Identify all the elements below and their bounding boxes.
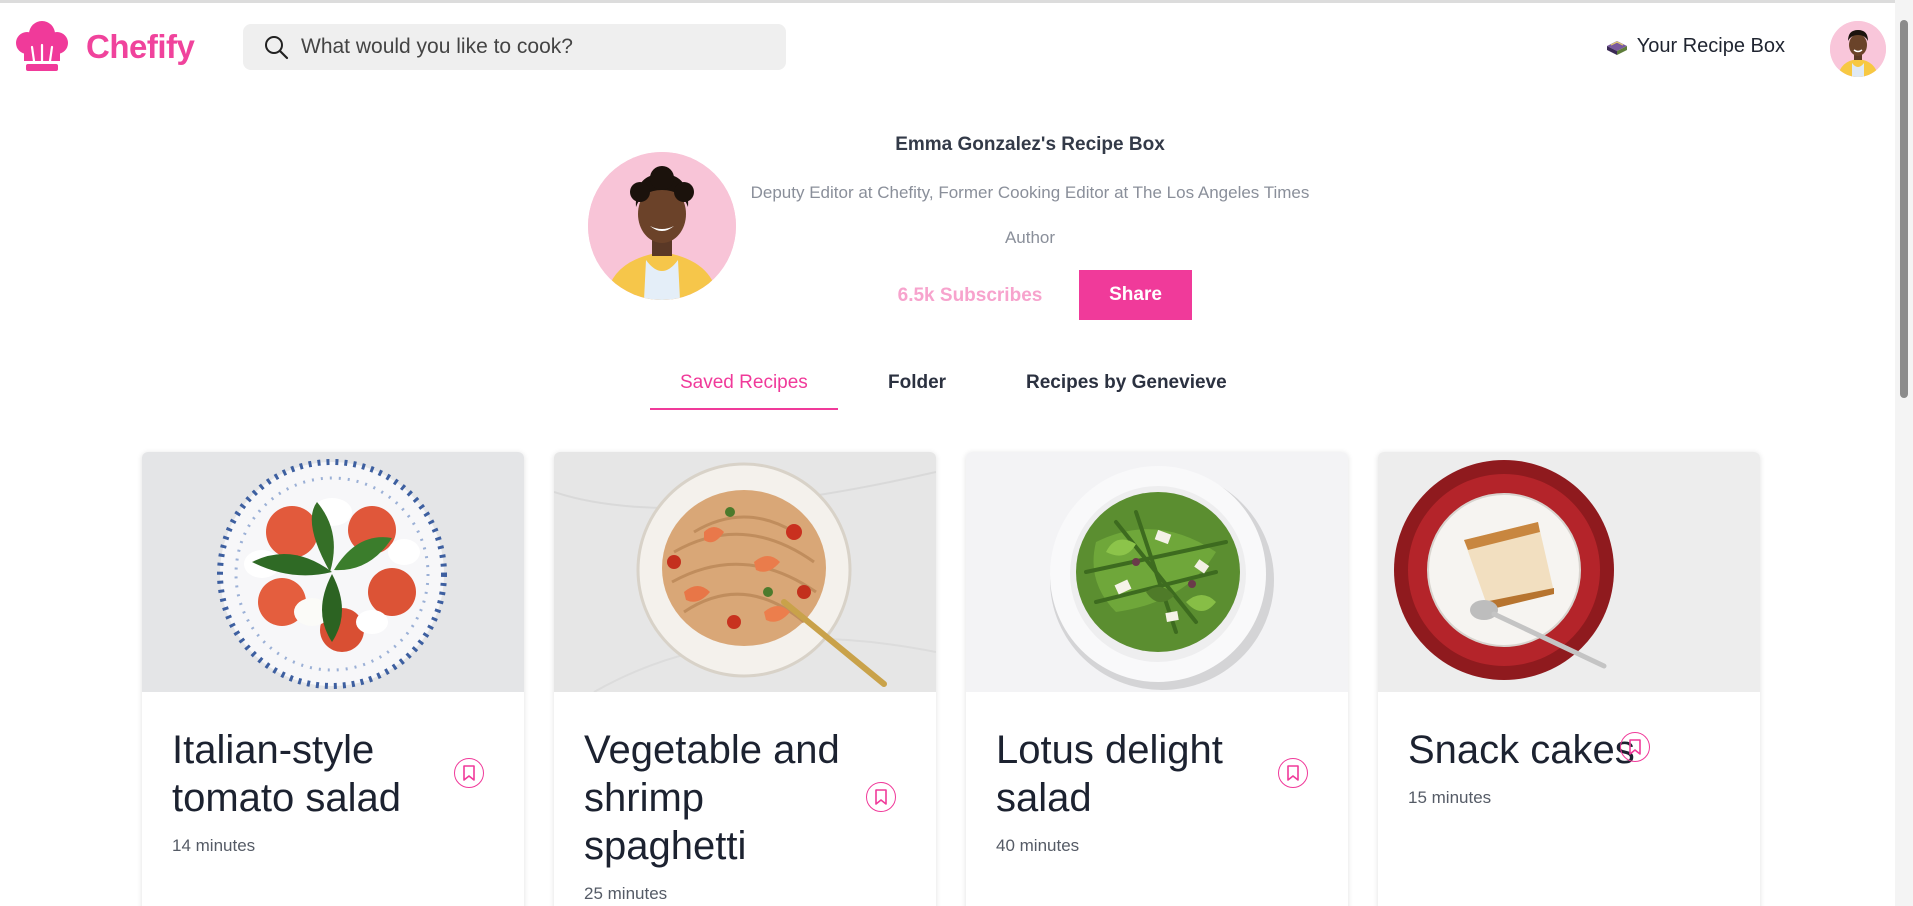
profile-title: Emma Gonzalez's Recipe Box: [895, 134, 1165, 155]
chef-hat-icon: [16, 21, 68, 71]
tab-saved-recipes[interactable]: Saved Recipes: [680, 372, 808, 412]
bookmark-icon: [1287, 765, 1299, 781]
tab-recipes-by-genevieve[interactable]: Recipes by Genevieve: [1026, 372, 1227, 412]
recipe-card[interactable]: Italian-style tomato salad 14 minutes: [142, 452, 524, 906]
scrollbar-thumb[interactable]: [1900, 20, 1908, 398]
recipe-image-green-salad: [966, 452, 1348, 692]
recipe-image-tomato-salad: [142, 452, 524, 692]
recipe-time: 15 minutes: [1408, 788, 1492, 807]
search-input[interactable]: [301, 35, 741, 59]
top-nav: Chefify Your Recipe Box: [0, 3, 1895, 91]
bookmark-icon: [1629, 739, 1641, 755]
recipe-card[interactable]: Lotus delight salad 40 minutes: [966, 452, 1348, 906]
profile-role: Author: [1004, 228, 1056, 247]
search-icon: [265, 36, 289, 60]
bookmark-icon: [463, 765, 475, 781]
share-button[interactable]: Share: [1079, 270, 1192, 320]
user-avatar-image: [1830, 21, 1886, 77]
your-recipe-box-link[interactable]: Your Recipe Box: [1605, 35, 1785, 58]
recipe-time: 14 minutes: [172, 836, 256, 855]
recipe-time: 25 minutes: [584, 884, 668, 903]
bookmark-button[interactable]: [866, 782, 896, 812]
user-avatar[interactable]: [1830, 21, 1886, 77]
bookmark-icon: [875, 789, 887, 805]
logo[interactable]: Chefify: [14, 19, 195, 75]
search-bar[interactable]: [243, 24, 786, 70]
bookmark-button[interactable]: [454, 758, 484, 788]
bookmark-button[interactable]: [1278, 758, 1308, 788]
profile-photo: [588, 152, 736, 300]
page-scrollbar[interactable]: [1895, 0, 1913, 906]
recipe-box-label: Your Recipe Box: [1636, 35, 1785, 57]
recipe-image-shrimp-spaghetti: [554, 452, 936, 692]
recipe-grid: Italian-style tomato salad 14 minutes Ve…: [142, 452, 1762, 906]
recipe-card[interactable]: Vegetable and shrimp spaghetti 25 minute…: [554, 452, 936, 906]
recipe-title[interactable]: Vegetable and shrimp spaghetti: [584, 726, 874, 870]
recipe-card[interactable]: Snack cakes 15 minutes: [1378, 452, 1760, 906]
recipe-image-cake-slice: [1378, 452, 1760, 692]
recipe-box-icon: [1606, 40, 1627, 55]
subscribers-count[interactable]: 6.5k Subscribes: [880, 285, 1060, 307]
recipe-time: 40 minutes: [996, 836, 1080, 855]
recipe-title[interactable]: Italian-style tomato salad: [172, 726, 462, 822]
bookmark-button[interactable]: [1620, 732, 1650, 762]
app-name: Chefify: [86, 28, 195, 65]
active-tab-indicator: [650, 408, 838, 410]
recipe-title[interactable]: Snack cakes: [1408, 726, 1640, 774]
recipe-title[interactable]: Lotus delight salad: [996, 726, 1286, 822]
tab-folder[interactable]: Folder: [888, 372, 946, 412]
profile-bio: Deputy Editor at Chefity, Former Cooking…: [750, 183, 1310, 202]
profile-avatar: [588, 152, 736, 300]
